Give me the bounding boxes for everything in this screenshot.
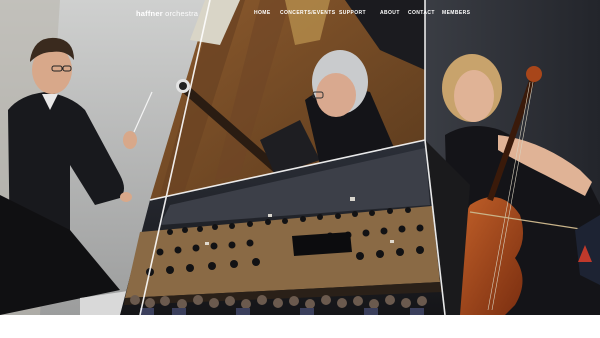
nav-item-support[interactable]: SUPPORT [339, 10, 366, 16]
nav-item-members[interactable]: MEMBERS [442, 10, 470, 16]
hero-collage: haffner orchestra HOME CONCERTS/EVENTS S… [0, 0, 600, 315]
cellist-photo [425, 0, 600, 315]
top-navigation: haffner orchestra HOME CONCERTS/EVENTS S… [0, 0, 600, 26]
nav-menu: HOME CONCERTS/EVENTS SUPPORT ABOUT CONTA… [0, 10, 600, 22]
page-below-fold [0, 315, 600, 338]
photo-collage [0, 0, 600, 315]
nav-item-about[interactable]: ABOUT [380, 10, 400, 16]
nav-item-home[interactable]: HOME [254, 10, 271, 16]
nav-item-contact[interactable]: CONTACT [408, 10, 435, 16]
nav-item-concerts-events[interactable]: CONCERTS/EVENTS [280, 10, 335, 16]
